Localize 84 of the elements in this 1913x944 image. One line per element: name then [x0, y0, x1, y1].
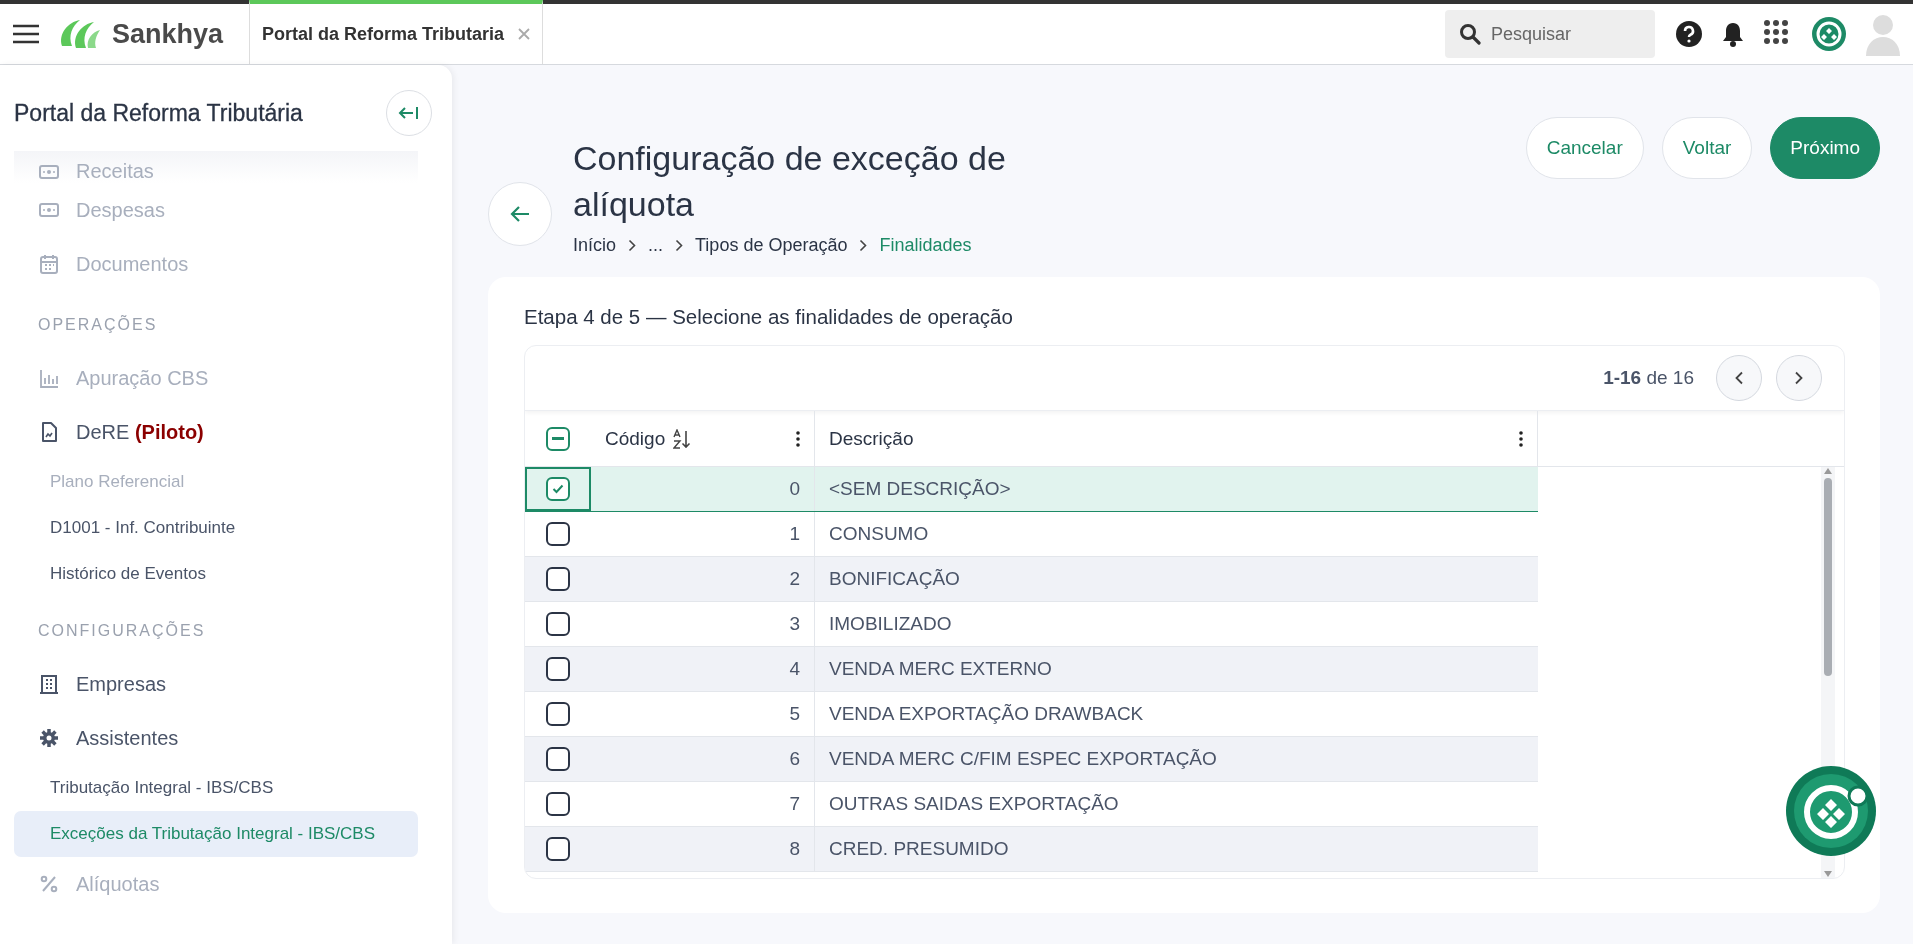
building-icon — [38, 673, 60, 695]
table-row[interactable]: 6 VENDA MERC C/FIM ESPEC EXPORTAÇÃO — [525, 737, 1538, 782]
settings-icon — [38, 727, 60, 749]
section-heading: CONFIGURAÇÕES — [37, 620, 207, 641]
submenu-item[interactable]: Exceções da Tributação Integral - IBS/CBS — [14, 811, 418, 857]
collapse-sidebar-button[interactable] — [386, 90, 432, 136]
table-cell: BONIFICAÇÃO — [814, 557, 1538, 601]
action-button[interactable]: Próximo — [1770, 117, 1880, 179]
table-cell-text: 8 — [788, 837, 801, 861]
menu-item[interactable]: Empresas — [14, 657, 418, 711]
minus-icon — [552, 437, 564, 440]
table-cell-text: 4 — [788, 657, 801, 681]
table-cell-text: 1 — [788, 522, 801, 546]
pagination-text: 1-16 de 16 — [1603, 367, 1694, 389]
scroll-down-icon[interactable] — [1823, 870, 1833, 878]
row-checkbox[interactable] — [546, 477, 570, 501]
table-cell: CONSUMO — [814, 512, 1538, 556]
breadcrumb-link[interactable]: Tipos de Operação — [695, 235, 848, 256]
page-title: Configuração de exceção de alíquota — [573, 138, 1007, 225]
assistant-logo-icon[interactable] — [1811, 16, 1847, 52]
search-field[interactable]: Pesquisar — [1445, 10, 1655, 58]
bar-chart-icon — [38, 367, 60, 389]
table-row[interactable]: 8 CRED. PRESUMIDO — [525, 827, 1538, 872]
row-checkbox[interactable] — [546, 522, 570, 546]
section-heading: OPERAÇÕES — [37, 314, 159, 335]
row-checkbox[interactable] — [546, 702, 570, 726]
breadcrumb-link[interactable]: ... — [648, 235, 664, 256]
chevron-right-icon — [859, 239, 868, 252]
menu-item[interactable]: Assistentes — [14, 711, 418, 765]
row-checkbox[interactable] — [546, 567, 570, 591]
table-cell-text: 5 — [788, 702, 801, 726]
brand-name: Sankhya — [112, 18, 224, 50]
table-row[interactable]: 4 VENDA MERC EXTERNO — [525, 647, 1538, 692]
action-button[interactable]: Voltar — [1661, 117, 1753, 179]
select-all-checkbox[interactable] — [546, 426, 570, 451]
chevron-icon — [1734, 371, 1744, 385]
check-icon — [552, 484, 564, 494]
submenu-item[interactable]: Histórico de Eventos — [14, 551, 418, 597]
table-cell-text: 0 — [788, 477, 801, 501]
chevron-right-icon — [675, 239, 684, 252]
row-checkbox[interactable] — [546, 837, 570, 861]
table-cell: VENDA MERC EXTERNO — [814, 647, 1538, 691]
search-icon — [1459, 23, 1481, 45]
sidebar-title: Portal da Reforma Tributária — [14, 99, 303, 127]
submenu-item[interactable]: Tributação Integral - IBS/CBS — [14, 765, 418, 811]
scroll-up-icon[interactable] — [1823, 467, 1833, 475]
percent-icon — [38, 873, 60, 895]
chevron-icon — [1794, 371, 1804, 385]
row-checkbox[interactable] — [546, 747, 570, 771]
more-vertical-icon[interactable] — [1519, 430, 1523, 447]
table-row[interactable]: 0 <SEM DESCRIÇÃO> — [525, 467, 1538, 512]
menu-item[interactable]: DeRE (Piloto) — [14, 405, 418, 459]
chevron-right-icon — [628, 239, 637, 252]
table-cell: OUTRAS SAIDAS EXPORTAÇÃO — [814, 782, 1538, 826]
calendar-icon — [38, 253, 60, 275]
table-cell-text: 7 — [788, 792, 801, 816]
step-text: Etapa 4 de 5 — Selecione as finalidades de operação — [524, 305, 1014, 329]
table-cell: VENDA MERC C/FIM ESPEC EXPORTAÇÃO — [814, 737, 1538, 781]
table-cell: VENDA EXPORTAÇÃO DRAWBACK — [814, 692, 1538, 736]
row-checkbox[interactable] — [546, 657, 570, 681]
collapse-arrow-icon — [398, 105, 420, 121]
submenu-item[interactable]: D1001 - Inf. Contribuinte — [14, 505, 418, 551]
back-arrow-icon — [509, 204, 531, 224]
table-row[interactable]: 2 BONIFICAÇÃO — [525, 557, 1538, 602]
row-checkbox[interactable] — [546, 792, 570, 816]
sort-icon[interactable] — [673, 428, 692, 449]
breadcrumb-link[interactable]: Início — [573, 235, 617, 256]
table-cell: IMOBILIZADO — [814, 602, 1538, 646]
help-icon[interactable] — [1675, 20, 1703, 48]
column-header[interactable]: Descrição — [829, 427, 914, 450]
table-cell-text: 6 — [788, 747, 801, 771]
chatbot-button-icon[interactable] — [1786, 766, 1876, 856]
bell-icon[interactable] — [1721, 20, 1745, 48]
menu-icon[interactable] — [12, 23, 40, 45]
table-cell-text: 2 — [788, 567, 801, 591]
row-checkbox[interactable] — [546, 612, 570, 636]
action-button[interactable]: Cancelar — [1525, 117, 1644, 179]
table-cell-text: 3 — [788, 612, 801, 636]
table-cell: <SEM DESCRIÇÃO> — [814, 467, 1538, 511]
breadcrumb-link[interactable]: Finalidades — [879, 235, 972, 256]
column-header[interactable]: Código — [605, 427, 666, 450]
scrollbar-thumb[interactable] — [1824, 478, 1832, 676]
more-vertical-icon[interactable] — [796, 430, 800, 447]
table-cell: CRED. PRESUMIDO — [814, 827, 1538, 871]
